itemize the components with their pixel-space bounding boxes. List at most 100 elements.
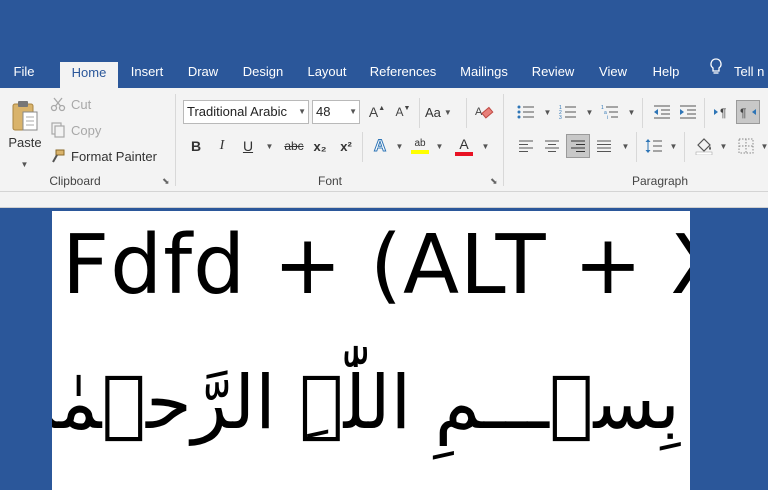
- clear-formatting-button[interactable]: A: [472, 100, 496, 124]
- justify-icon: [597, 140, 611, 152]
- tab-references[interactable]: References: [364, 58, 442, 88]
- strikethrough-button[interactable]: abc: [280, 134, 308, 158]
- font-group-label: Font: [317, 174, 342, 188]
- align-center-button[interactable]: [540, 134, 564, 158]
- left-to-right-button[interactable]: ¶: [710, 100, 734, 124]
- justify-dropdown[interactable]: ▼: [618, 134, 630, 158]
- tab-design[interactable]: Design: [236, 58, 290, 88]
- borders-button[interactable]: [734, 134, 758, 158]
- paste-icon: [12, 100, 38, 130]
- svg-text:3: 3: [559, 115, 562, 120]
- svg-text:¶: ¶: [720, 106, 726, 119]
- right-to-left-button[interactable]: ¶: [736, 100, 760, 124]
- line-spacing-dropdown[interactable]: ▼: [666, 134, 678, 158]
- numbering-button[interactable]: 123: [556, 100, 580, 124]
- clipboard-group-label: Clipboard: [49, 174, 101, 188]
- lightbulb-icon[interactable]: [704, 58, 728, 88]
- font-size-combo[interactable]: 48 ▼: [312, 100, 360, 124]
- title-bar: [0, 0, 768, 58]
- tell-me-search[interactable]: Tell n: [734, 58, 768, 88]
- chevron-down-icon: ▼: [349, 107, 357, 116]
- tab-review[interactable]: Review: [526, 58, 580, 88]
- highlight-dropdown[interactable]: ▼: [432, 134, 444, 158]
- increase-indent-icon: [680, 105, 696, 119]
- highlight-button[interactable]: ab: [408, 134, 432, 158]
- multilevel-list-button[interactable]: 1ai: [598, 100, 622, 124]
- decrease-indent-button[interactable]: [650, 100, 674, 124]
- document-line-2[interactable]: بِسۡـــمِ اللّٰہِ الرَّحۡمٰنِ الرَّحِيۡـ…: [52, 359, 680, 448]
- clipboard-launcher-icon[interactable]: ⬊: [162, 176, 172, 186]
- tab-file[interactable]: File: [4, 58, 44, 88]
- numbering-icon: 123: [559, 105, 576, 120]
- format-painter-button[interactable]: Format Painter: [50, 146, 157, 166]
- text-effects-button[interactable]: A: [368, 134, 392, 158]
- font-color-swatch: [455, 151, 473, 156]
- cut-button[interactable]: Cut: [50, 94, 91, 114]
- align-center-icon: [545, 140, 559, 152]
- bullets-dropdown[interactable]: ▼: [540, 100, 552, 124]
- divider: [684, 132, 685, 162]
- numbering-dropdown[interactable]: ▼: [582, 100, 594, 124]
- shrink-font-button[interactable]: A ▼: [391, 100, 415, 124]
- svg-text:¶: ¶: [740, 106, 746, 119]
- paste-button[interactable]: Paste: [6, 94, 44, 154]
- shading-button[interactable]: [692, 134, 716, 158]
- font-color-dropdown[interactable]: ▼: [478, 134, 490, 158]
- font-name-value: Traditional Arabic: [187, 104, 287, 119]
- italic-button[interactable]: I: [210, 134, 234, 158]
- bullets-button[interactable]: [514, 100, 538, 124]
- justify-button[interactable]: [592, 134, 616, 158]
- change-case-button[interactable]: Aa ▼: [425, 100, 452, 124]
- text-effects-dropdown[interactable]: ▼: [392, 134, 404, 158]
- document-page[interactable]: Fdfd + (ALT + X) بِسۡـــمِ اللّٰہِ الرَّ…: [52, 211, 690, 490]
- copy-label: Copy: [71, 122, 102, 138]
- align-right-button[interactable]: [566, 134, 590, 158]
- superscript-button[interactable]: x²: [334, 134, 358, 158]
- paste-options-dropdown[interactable]: ▼: [12, 158, 34, 170]
- rtl-icon: ¶: [740, 106, 756, 119]
- copy-icon: [51, 122, 65, 138]
- divider: [466, 98, 467, 128]
- align-left-button[interactable]: [514, 134, 538, 158]
- divider: [636, 132, 637, 162]
- underline-style-dropdown[interactable]: ▼: [262, 134, 274, 158]
- align-right-icon: [571, 140, 585, 152]
- borders-icon: [738, 138, 754, 154]
- tab-draw[interactable]: Draw: [180, 58, 226, 88]
- align-left-icon: [519, 140, 533, 152]
- cut-label: Cut: [71, 96, 92, 112]
- ltr-icon: ¶: [714, 106, 726, 119]
- divider: [362, 132, 363, 162]
- bold-button[interactable]: B: [184, 134, 208, 158]
- ribbon: Paste ▼ Cut Copy Format Painter Clipboar…: [0, 88, 768, 192]
- group-divider: [175, 94, 176, 186]
- ribbon-tabs: File Home Insert Draw Design Layout Refe…: [0, 58, 768, 88]
- borders-dropdown[interactable]: ▼: [758, 134, 768, 158]
- font-color-button[interactable]: A: [452, 134, 476, 158]
- font-name-combo[interactable]: Traditional Arabic ▼: [183, 100, 309, 124]
- document-line-1[interactable]: Fdfd + (ALT + X): [62, 225, 690, 307]
- tab-insert[interactable]: Insert: [124, 58, 170, 88]
- tab-home[interactable]: Home: [60, 62, 118, 88]
- tab-layout[interactable]: Layout: [300, 58, 354, 88]
- subscript-button[interactable]: x₂: [308, 134, 332, 158]
- tab-view[interactable]: View: [590, 58, 636, 88]
- grow-font-button[interactable]: A ▲: [365, 100, 389, 124]
- paintbrush-icon: [52, 149, 65, 163]
- svg-text:A: A: [475, 106, 483, 118]
- underline-button[interactable]: U: [236, 134, 260, 158]
- font-launcher-icon[interactable]: ⬊: [490, 176, 500, 186]
- copy-button[interactable]: Copy: [50, 120, 101, 140]
- line-spacing-button[interactable]: [642, 134, 666, 158]
- scissors-icon: [50, 97, 66, 112]
- ribbon-bottom-strip: [0, 192, 768, 208]
- shading-dropdown[interactable]: ▼: [716, 134, 728, 158]
- tab-help[interactable]: Help: [644, 58, 688, 88]
- increase-indent-button[interactable]: [676, 100, 700, 124]
- highlight-color-swatch: [411, 150, 429, 154]
- svg-text:i: i: [607, 115, 608, 120]
- multilevel-list-icon: 1ai: [601, 105, 618, 120]
- multilevel-list-dropdown[interactable]: ▼: [624, 100, 636, 124]
- tab-mailings[interactable]: Mailings: [452, 58, 516, 88]
- line-spacing-icon: [645, 139, 662, 153]
